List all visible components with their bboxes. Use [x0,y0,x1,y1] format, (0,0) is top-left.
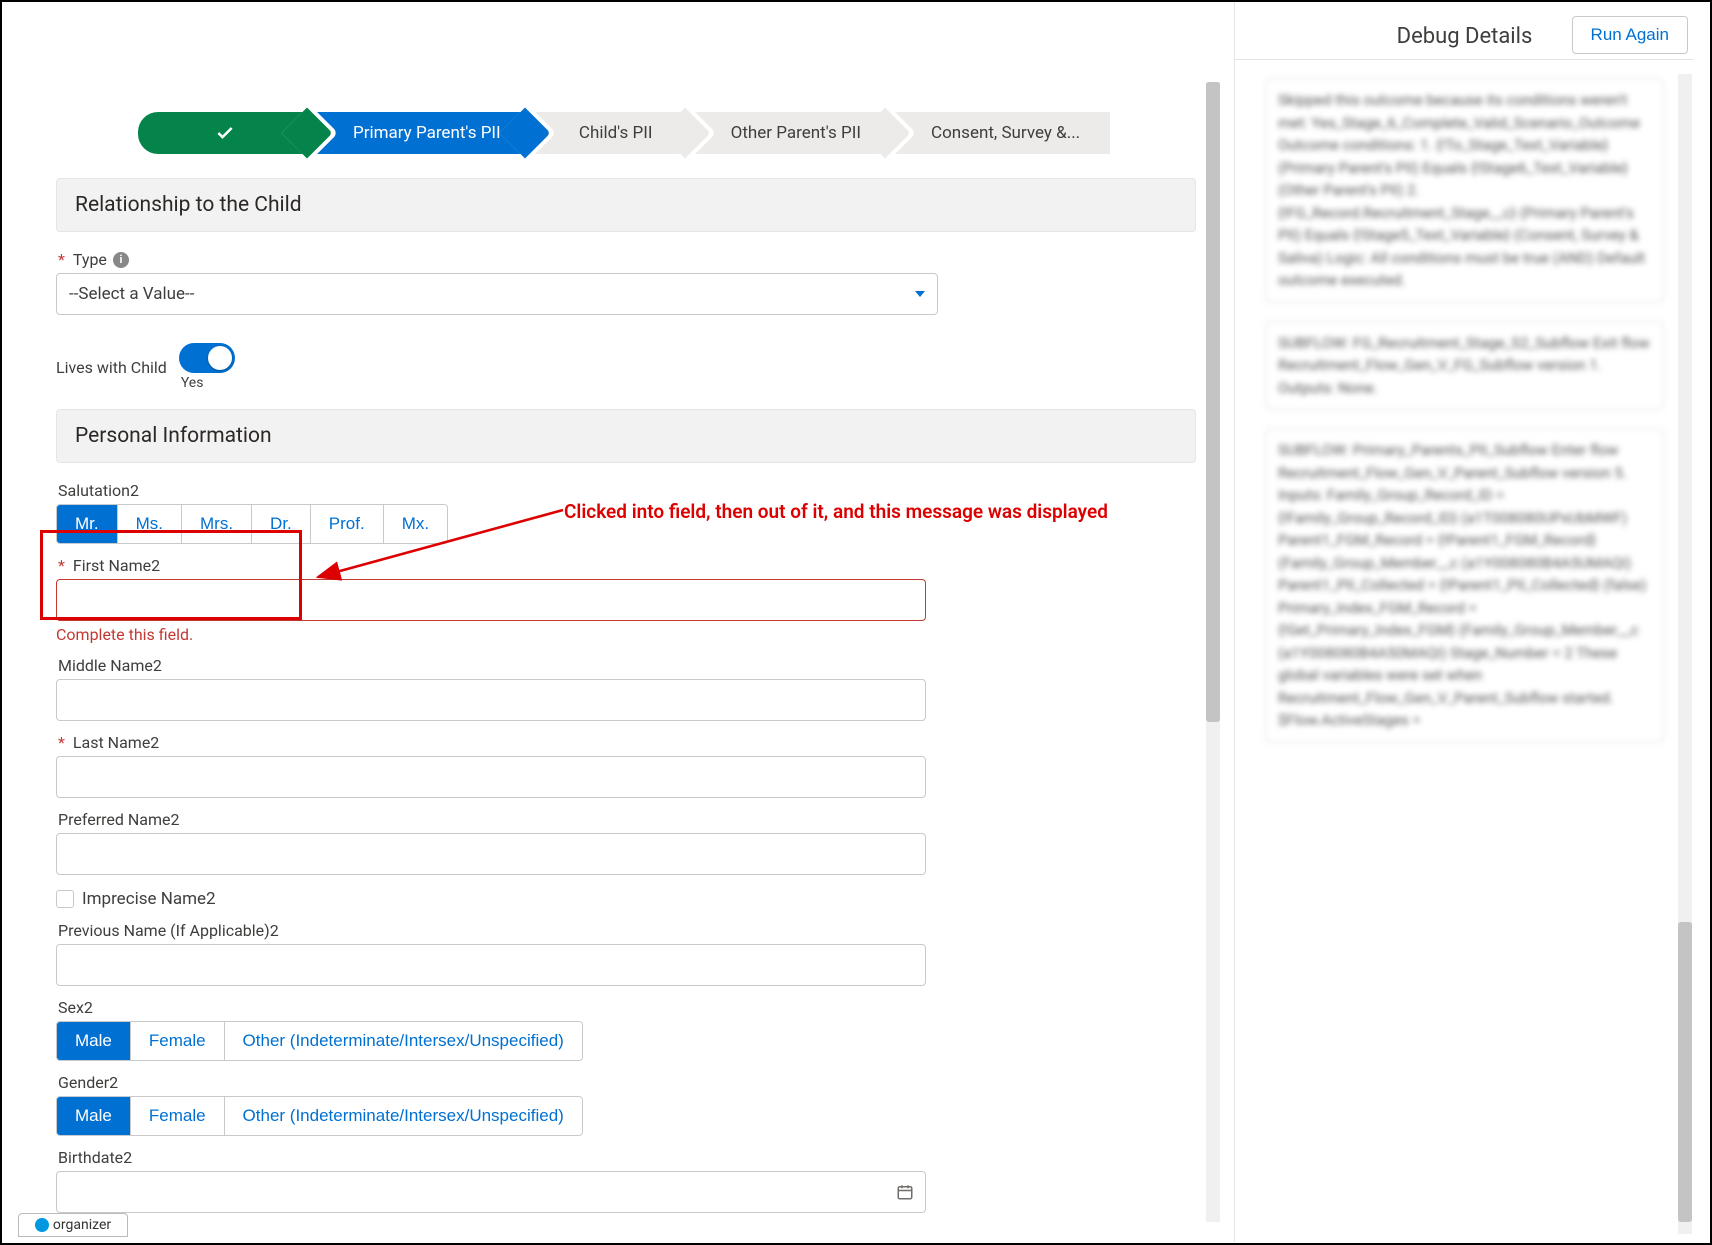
type-select[interactable]: --Select a Value-- [56,273,938,315]
sex-other[interactable]: Other (Indeterminate/Intersex/Unspecifie… [225,1022,582,1060]
birthdate-label: Birthdate2 [58,1148,1196,1167]
imprecise-name-label: Imprecise Name2 [82,889,216,909]
salutation-button-group: Mr. Ms. Mrs. Dr. Prof. Mx. [56,504,448,544]
gender-other[interactable]: Other (Indeterminate/Intersex/Unspecifie… [225,1097,582,1135]
path-step-complete[interactable] [138,112,313,154]
path-progress: Primary Parent's PII Child's PII Other P… [138,112,1144,154]
debug-panel-body: Skipped this outcome because its conditi… [1235,60,1694,1200]
salutation-mr[interactable]: Mr. [57,505,118,543]
required-asterisk: * [58,250,65,269]
gender-female[interactable]: Female [131,1097,225,1135]
preferred-name-label: Preferred Name2 [58,810,1196,829]
debug-card: SUBFLOW: Primary_Parents_PII_Subflow Ent… [1265,428,1664,743]
middle-name-input[interactable] [56,679,926,721]
main-scrollbar-thumb[interactable] [1206,82,1220,722]
debug-scrollbar-thumb[interactable] [1678,922,1692,1222]
sex-button-group: Male Female Other (Indeterminate/Interse… [56,1021,583,1061]
organizer-dot-icon [35,1218,49,1232]
debug-card: SUBFLOW: FG_Recruitment_Stage_S2_Subflow… [1265,321,1664,411]
preferred-name-input[interactable] [56,833,926,875]
salutation-mx[interactable]: Mx. [384,505,447,543]
previous-name-input[interactable] [56,944,926,986]
last-name-label: * Last Name2 [58,733,1196,752]
last-name-label-text: Last Name2 [73,733,159,752]
chevron-down-icon [915,291,925,297]
required-asterisk: * [58,556,65,575]
organizer-tag[interactable]: organizer [18,1213,128,1237]
gender-male[interactable]: Male [57,1097,131,1135]
info-icon[interactable]: i [113,252,129,268]
section-personal-info: Personal Information [56,409,1196,463]
type-label-text: Type [73,250,107,269]
debug-card: Skipped this outcome because its conditi… [1265,78,1664,303]
path-step-other-parent[interactable]: Other Parent's PII [691,112,891,154]
salutation-mrs[interactable]: Mrs. [182,505,252,543]
required-asterisk: * [58,733,65,752]
last-name-input[interactable] [56,756,926,798]
sex-male[interactable]: Male [57,1022,131,1060]
path-step-child[interactable]: Child's PII [531,112,691,154]
imprecise-name-checkbox[interactable] [56,890,74,908]
salutation-dr[interactable]: Dr. [252,505,311,543]
first-name-label-text: First Name2 [73,556,160,575]
path-step-consent[interactable]: Consent, Survey &... [891,112,1110,154]
section-relationship: Relationship to the Child [56,178,1196,232]
lives-with-child-label: Lives with Child [56,358,167,377]
gender-label: Gender2 [58,1073,1196,1092]
calendar-icon[interactable] [896,1183,914,1201]
toggle-state-label: Yes [181,375,235,391]
path-step-primary-parent[interactable]: Primary Parent's PII [313,112,531,154]
annotation-text: Clicked into field, then out of it, and … [564,500,1108,523]
type-select-value: --Select a Value-- [69,284,194,304]
first-name-input[interactable] [56,579,926,621]
birthdate-input[interactable] [56,1171,926,1213]
previous-name-label: Previous Name (If Applicable)2 [58,921,1196,940]
debug-panel: Debug Details Skipped this outcome becau… [1234,2,1694,1242]
salutation-ms[interactable]: Ms. [118,505,182,543]
salutation-label: Salutation2 [58,481,1196,500]
sex-label: Sex2 [58,998,1196,1017]
organizer-tag-label: organizer [53,1217,111,1233]
gender-button-group: Male Female Other (Indeterminate/Interse… [56,1096,583,1136]
middle-name-label: Middle Name2 [58,656,1196,675]
main-panel: Primary Parent's PII Child's PII Other P… [38,82,1215,1222]
checkmark-icon [215,123,235,143]
salutation-prof[interactable]: Prof. [311,505,384,543]
sex-female[interactable]: Female [131,1022,225,1060]
debug-panel-title: Debug Details [1235,2,1694,60]
type-label: * Type i [58,250,1196,269]
toggle-thumb [208,346,232,370]
lives-with-child-toggle[interactable] [179,343,235,373]
first-name-label: * First Name2 [58,556,1196,575]
first-name-error: Complete this field. [56,625,1196,644]
